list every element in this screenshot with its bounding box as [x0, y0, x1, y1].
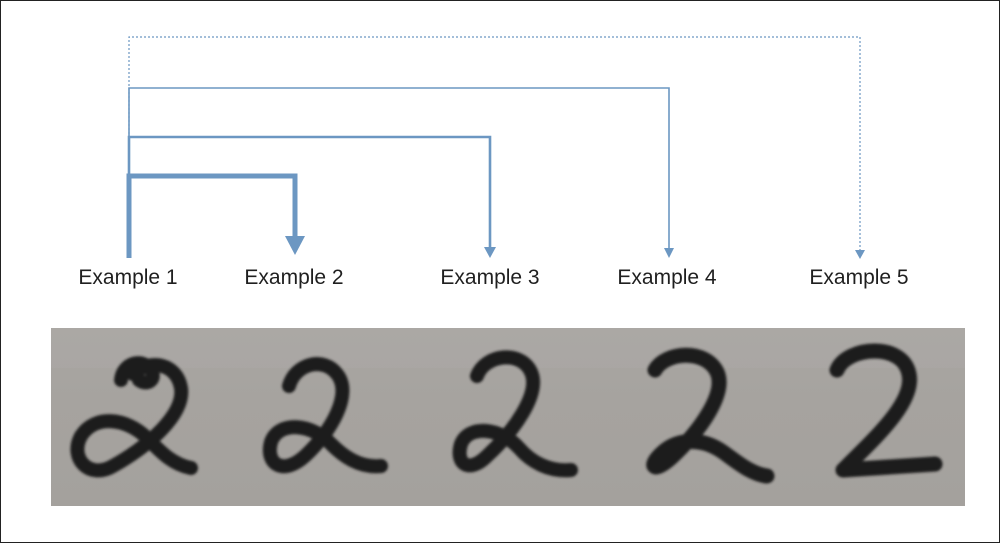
digit-example-5 [829, 343, 943, 478]
example-5-label: Example 5 [809, 266, 909, 289]
arrowhead-example-2 [285, 236, 305, 255]
digit-example-1 [70, 356, 198, 478]
connector-to-example-4 [128, 87, 670, 258]
connector-to-example-5 [128, 36, 861, 258]
digit-example-2 [262, 357, 388, 474]
handwritten-digits-photo [51, 328, 965, 506]
digit-example-3 [452, 350, 578, 478]
arrowhead-example-4 [664, 248, 674, 258]
connector-to-example-3 [127, 135, 492, 258]
digit-example-4 [646, 347, 775, 484]
example-4-label: Example 4 [617, 266, 717, 289]
example-2-label: Example 2 [244, 266, 344, 289]
example-1-label: Example 1 [78, 266, 178, 289]
arrowhead-example-3 [484, 247, 496, 258]
connector-to-example-2 [126, 173, 298, 258]
example-3-label: Example 3 [440, 266, 540, 289]
arrowhead-example-5 [855, 250, 865, 259]
